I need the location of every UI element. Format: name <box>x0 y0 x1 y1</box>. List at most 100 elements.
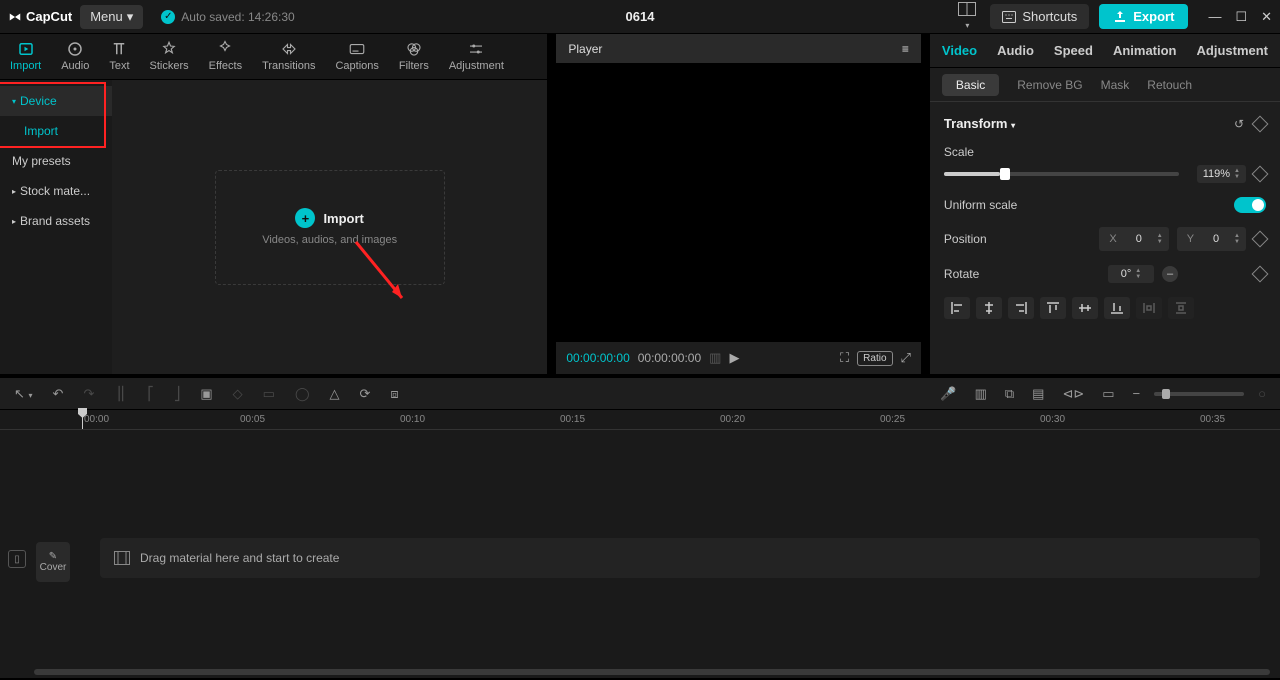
tab-captions[interactable]: Captions <box>325 34 388 79</box>
tab-adjustment[interactable]: Adjustment <box>439 34 514 79</box>
ruler-tick: 00:35 <box>1200 414 1225 425</box>
rotate-input[interactable]: 0°▲▼ <box>1108 265 1154 283</box>
redo-icon[interactable]: ↷ <box>79 382 98 406</box>
distribute-h-icon[interactable] <box>1136 297 1162 319</box>
marker-icon[interactable]: ◇ <box>229 382 247 406</box>
tab-audio[interactable]: Audio <box>51 34 99 79</box>
minimize-button[interactable]: — <box>1208 9 1221 25</box>
playhead[interactable] <box>82 410 83 429</box>
sidebar-item-presets[interactable]: My presets <box>0 146 112 176</box>
timeline-ruler[interactable]: 00:00 00:05 00:10 00:15 00:20 00:25 00:3… <box>0 410 1280 430</box>
app-logo: CapCut <box>8 9 72 24</box>
media-panel: Import Audio Text Stickers Effects Trans… <box>0 34 548 374</box>
maximize-button[interactable]: ☐ <box>1235 9 1247 25</box>
sidebar-item-brand[interactable]: ▸Brand assets <box>0 206 112 236</box>
ruler-tick: 00:05 <box>240 414 265 425</box>
delete-left-icon[interactable]: ⎡ <box>143 382 158 406</box>
import-dropzone[interactable]: + Import Videos, audios, and images <box>215 170 445 285</box>
expand-tracks-button[interactable]: ▯ <box>8 550 26 568</box>
inspector-tab-speed[interactable]: Speed <box>1054 43 1093 58</box>
player-viewport[interactable] <box>556 64 921 342</box>
tab-import[interactable]: Import <box>0 34 51 79</box>
pointer-tool-icon[interactable]: ↖ ▾ <box>10 382 37 406</box>
align-right-icon[interactable] <box>1008 297 1034 319</box>
ruler-tick: 00:30 <box>1040 414 1065 425</box>
filters-icon <box>405 40 423 58</box>
sidebar-item-stock[interactable]: ▸Stock mate... <box>0 176 112 206</box>
inspector-tab-adjustment[interactable]: Adjustment <box>1197 43 1269 58</box>
inspector-tab-audio[interactable]: Audio <box>997 43 1034 58</box>
scale-value[interactable]: 119%▲▼ <box>1197 165 1246 183</box>
ratio-button[interactable]: Ratio <box>857 351 892 366</box>
subtab-mask[interactable]: Mask <box>1101 78 1130 92</box>
keyframe-icon[interactable] <box>1252 115 1269 132</box>
tab-filters[interactable]: Filters <box>389 34 439 79</box>
align-left-icon[interactable] <box>944 297 970 319</box>
align-bottom-icon[interactable] <box>1104 297 1130 319</box>
tab-text[interactable]: Text <box>99 34 139 79</box>
preview-icon[interactable]: ▭ <box>1098 382 1118 406</box>
crop-tool-icon[interactable]: ▣ <box>196 382 216 406</box>
split-icon[interactable]: ⎥⎢ <box>110 382 131 406</box>
inspector-tab-animation[interactable]: Animation <box>1113 43 1177 58</box>
compare-icon[interactable]: ▥ <box>709 350 721 366</box>
close-button[interactable]: ✕ <box>1261 9 1272 25</box>
play-button[interactable]: ▶ <box>729 350 739 366</box>
align-center-v-icon[interactable] <box>1072 297 1098 319</box>
zoom-in-icon[interactable]: ○ <box>1254 382 1270 405</box>
player-title: Player <box>568 42 602 56</box>
stickers-icon <box>160 40 178 58</box>
sidebar-item-import[interactable]: Import <box>0 116 112 146</box>
subtab-basic[interactable]: Basic <box>942 74 999 96</box>
mic-icon[interactable]: 🎤 <box>936 382 960 406</box>
timeline-scrollbar[interactable] <box>0 666 1280 678</box>
player-menu-icon[interactable]: ≡ <box>902 42 909 56</box>
align-top-icon[interactable] <box>1040 297 1066 319</box>
sidebar-item-device[interactable]: ▾Device <box>0 86 112 116</box>
keyframe-icon[interactable] <box>1252 231 1269 248</box>
magnet-icon[interactable]: ▤ <box>1028 382 1048 406</box>
chevron-right-icon: ▸ <box>12 187 16 196</box>
tab-effects[interactable]: Effects <box>199 34 252 79</box>
align-center-h-icon[interactable] <box>976 297 1002 319</box>
link-icon[interactable]: ⧉ <box>1001 382 1018 406</box>
crop-icon[interactable]: ⧈ <box>386 382 402 406</box>
scale-slider[interactable] <box>944 172 1179 176</box>
rotate-icon[interactable]: ⟳ <box>356 382 375 406</box>
scan-icon[interactable]: ⛶ <box>840 350 849 366</box>
tab-stickers[interactable]: Stickers <box>140 34 199 79</box>
menu-button[interactable]: Menu ▾ <box>80 5 143 29</box>
ruler-tick: 00:15 <box>560 414 585 425</box>
reset-icon[interactable]: ↺ <box>1234 117 1244 131</box>
subtab-retouch[interactable]: Retouch <box>1147 78 1192 92</box>
inspector-tab-video[interactable]: Video <box>942 43 977 58</box>
record-icon[interactable]: ◯ <box>291 382 314 406</box>
rotate-dial-icon[interactable]: – <box>1162 266 1178 282</box>
tab-transitions[interactable]: Transitions <box>252 34 325 79</box>
group-icon[interactable]: ▭ <box>259 382 279 406</box>
cover-button[interactable]: ✎ Cover <box>36 542 70 582</box>
position-y-input[interactable]: Y▲▼ <box>1177 227 1246 251</box>
keyframe-icon[interactable] <box>1252 166 1269 183</box>
titlebar: CapCut Menu ▾ ✓ Auto saved: 14:26:30 061… <box>0 0 1280 34</box>
keyframe-icon[interactable] <box>1252 266 1269 283</box>
distribute-v-icon[interactable] <box>1168 297 1194 319</box>
layout-button[interactable]: ▾ <box>954 0 980 35</box>
uniform-scale-toggle[interactable] <box>1234 197 1266 213</box>
subtab-removebg[interactable]: Remove BG <box>1017 78 1082 92</box>
snap-icon[interactable]: ⊲⊳ <box>1058 382 1088 406</box>
adjustment-icon <box>467 40 485 58</box>
position-x-input[interactable]: X▲▼ <box>1099 227 1168 251</box>
zoom-slider[interactable] <box>1154 392 1244 396</box>
delete-right-icon[interactable]: ⎦ <box>170 382 185 406</box>
mirror-icon[interactable]: △ <box>326 382 344 406</box>
fullscreen-icon[interactable]: ⤢ <box>901 350 911 366</box>
undo-icon[interactable]: ↶ <box>49 382 68 406</box>
ruler-tick: 00:25 <box>880 414 905 425</box>
timeline-drop-hint[interactable]: Drag material here and start to create <box>100 538 1260 578</box>
magnet-main-icon[interactable]: ▥ <box>971 382 991 406</box>
zoom-out-icon[interactable]: − <box>1129 382 1145 405</box>
timeline-body[interactable]: ▯ ✎ Cover Drag material here and start t… <box>0 430 1280 666</box>
shortcuts-button[interactable]: Shortcuts <box>990 4 1089 29</box>
export-button[interactable]: Export <box>1099 4 1188 29</box>
